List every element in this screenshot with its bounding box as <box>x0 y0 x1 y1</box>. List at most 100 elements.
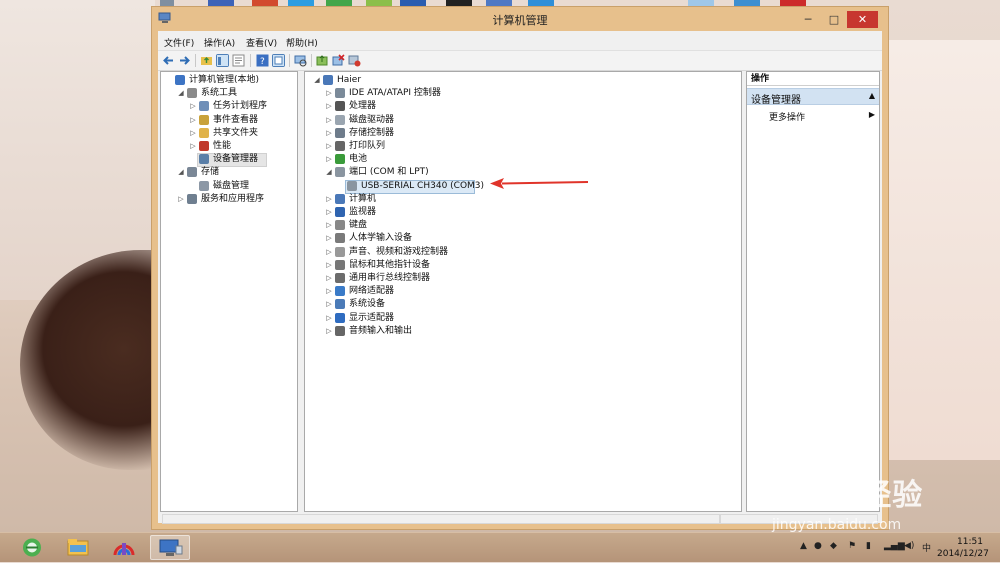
back-icon[interactable] <box>162 54 175 67</box>
tree-item[interactable]: 设备管理器 <box>161 153 297 168</box>
window-title: 计算机管理 <box>492 14 548 27</box>
expand-arrow-icon[interactable]: ▷ <box>325 232 333 245</box>
expand-arrow-icon[interactable]: ▷ <box>325 153 333 166</box>
scan-hardware-icon[interactable] <box>294 54 307 67</box>
expand-arrow-icon[interactable]: ▷ <box>325 219 333 232</box>
expand-arrow-icon[interactable]: ▷ <box>325 206 333 219</box>
uninstall-icon[interactable] <box>332 54 345 67</box>
collapse-arrow-icon[interactable]: ◢ <box>177 87 185 100</box>
computer-management-icon <box>159 539 183 556</box>
expand-arrow-icon[interactable]: ▷ <box>189 100 197 113</box>
actions-section-title: 设备管理器 <box>751 95 801 106</box>
console-icon[interactable] <box>272 54 285 67</box>
expand-arrow-icon[interactable]: ▷ <box>325 193 333 206</box>
help-icon[interactable]: ? <box>256 54 269 67</box>
update-driver-icon[interactable] <box>316 54 329 67</box>
disable-device-icon[interactable] <box>348 54 361 67</box>
expand-arrow-icon[interactable]: ▷ <box>325 114 333 127</box>
tree-item[interactable]: ▷ 键盘 <box>305 219 741 232</box>
tree-item[interactable]: ▷ 声音、视频和游戏控制器 <box>305 246 741 259</box>
tree-item[interactable]: ▷ 存储控制器 <box>305 127 741 140</box>
tree-item[interactable]: 磁盘管理 <box>161 180 297 193</box>
tree-item[interactable]: ▷ 共享文件夹 <box>161 127 297 140</box>
expand-arrow-icon[interactable]: ▷ <box>325 259 333 272</box>
tree-item-label: 服务和应用程序 <box>201 193 265 204</box>
svg-text:?: ? <box>260 57 265 67</box>
tree-item[interactable]: ▷ 网络适配器 <box>305 285 741 298</box>
collapse-arrow-icon[interactable]: ▲ <box>869 91 875 100</box>
taskbar-explorer-button[interactable] <box>58 535 98 560</box>
volume-icon[interactable]: ◀) <box>904 541 914 551</box>
tree-item[interactable]: ▷ 性能 <box>161 140 297 153</box>
expand-arrow-icon[interactable]: ▷ <box>177 193 185 206</box>
expand-arrow-icon[interactable]: ▷ <box>189 140 197 153</box>
expand-arrow-icon[interactable]: ▷ <box>325 127 333 140</box>
properties-icon[interactable] <box>232 54 245 67</box>
input-method-indicator[interactable]: 中 <box>922 541 931 554</box>
expand-arrow-icon[interactable]: ▷ <box>325 246 333 259</box>
expand-arrow-icon[interactable]: ▷ <box>189 127 197 140</box>
collapse-arrow-icon[interactable]: ◢ <box>313 74 321 87</box>
collapse-arrow-icon[interactable]: ◢ <box>177 166 185 179</box>
show-hide-tree-icon[interactable] <box>216 54 229 67</box>
tree-item[interactable]: ◢ Haier <box>305 74 741 87</box>
tree-item[interactable]: ▷ 通用串行总线控制器 <box>305 272 741 285</box>
expand-arrow-icon[interactable]: ▷ <box>325 100 333 113</box>
task-scheduler-icon <box>199 101 209 112</box>
menu-view[interactable]: 查看(V) <box>246 36 277 49</box>
tree-item[interactable]: ▷ 事件查看器 <box>161 114 297 127</box>
menu-file[interactable]: 文件(F) <box>164 36 194 49</box>
tree-item[interactable]: ▷ 监视器 <box>305 206 741 219</box>
menu-action[interactable]: 操作(A) <box>204 36 235 49</box>
actions-section-device-manager[interactable]: 设备管理器 ▲ <box>747 88 879 106</box>
close-button[interactable]: ✕ <box>847 11 878 28</box>
tree-item[interactable]: ▷ 服务和应用程序 <box>161 193 297 206</box>
tree-item[interactable]: ▷ 任务计划程序 <box>161 100 297 113</box>
tree-item[interactable]: ▷ 人体学输入设备 <box>305 232 741 245</box>
forward-icon[interactable] <box>178 54 191 67</box>
qq-icon[interactable]: ● <box>814 541 822 551</box>
tree-item[interactable]: 计算机管理(本地) <box>161 74 297 87</box>
taskbar-computer-management-button[interactable] <box>150 535 190 560</box>
status-cell <box>162 514 720 524</box>
tree-item[interactable]: ▷ 音频输入和输出 <box>305 325 741 338</box>
clock-time[interactable]: 11:51 <box>957 537 983 547</box>
flag-icon[interactable]: ⚑ <box>848 541 856 551</box>
network-icon[interactable]: ▂▄▆ <box>884 541 905 551</box>
up-icon[interactable] <box>200 54 213 67</box>
maximize-button[interactable]: □ <box>821 11 847 28</box>
taskbar-ie-button[interactable] <box>12 535 52 560</box>
expand-arrow-icon[interactable]: ▷ <box>325 87 333 100</box>
more-actions-link[interactable]: 更多操作 <box>769 110 805 123</box>
expand-arrow-icon[interactable]: ▷ <box>325 325 333 338</box>
menu-help[interactable]: 帮助(H) <box>286 36 318 49</box>
tree-item[interactable]: ▷ 显示适配器 <box>305 312 741 325</box>
title-bar[interactable]: 计算机管理 ─ □ ✕ <box>152 7 888 31</box>
expand-arrow-icon[interactable]: ▷ <box>325 298 333 311</box>
tree-item[interactable]: ▷ 鼠标和其他指针设备 <box>305 259 741 272</box>
tree-item[interactable]: ◢ 系统工具 <box>161 87 297 100</box>
tree-item[interactable]: ▷ 打印队列 <box>305 140 741 153</box>
tree-item[interactable]: ▷ IDE ATA/ATAPI 控制器 <box>305 87 741 100</box>
battery-icon[interactable]: ▮ <box>866 541 871 551</box>
tree-item-label: 显示适配器 <box>349 312 395 323</box>
tree-item[interactable]: ▷ 计算机 <box>305 193 741 206</box>
tree-item[interactable]: ▷ 处理器 <box>305 100 741 113</box>
expand-arrow-icon[interactable]: ▷ <box>325 312 333 325</box>
minimize-button[interactable]: ─ <box>795 11 821 28</box>
expand-arrow-icon[interactable]: ▷ <box>325 140 333 153</box>
expand-arrow-icon[interactable]: ▷ <box>325 272 333 285</box>
tree-item[interactable]: ◢ 存储 <box>161 166 297 179</box>
expand-arrow-icon[interactable]: ▷ <box>189 114 197 127</box>
tree-item[interactable]: ▷ 电池 <box>305 153 741 166</box>
taskbar-app-button[interactable] <box>104 535 144 560</box>
tree-item[interactable]: ▷ 系统设备 <box>305 298 741 311</box>
device-tree-pane[interactable]: ◢ Haier ▷ IDE ATA/ATAPI 控制器 ▷ 处理器 ▷ 磁盘驱动器 ▷ 存储控制器… <box>304 71 742 512</box>
tree-item[interactable]: ▷ 磁盘驱动器 <box>305 114 741 127</box>
expand-arrow-icon[interactable]: ▷ <box>325 285 333 298</box>
show-hidden-icons[interactable]: ▲ <box>800 541 807 551</box>
security-icon[interactable]: ◆ <box>830 541 837 551</box>
collapse-arrow-icon[interactable]: ◢ <box>325 166 333 179</box>
navigation-tree-pane[interactable]: 计算机管理(本地) ◢ 系统工具 ▷ 任务计划程序 ▷ 事件查看器 ▷ 共享文件夹 ▷ 性能 设备管理… <box>160 71 298 512</box>
clock-date[interactable]: 2014/12/27 <box>937 549 989 559</box>
